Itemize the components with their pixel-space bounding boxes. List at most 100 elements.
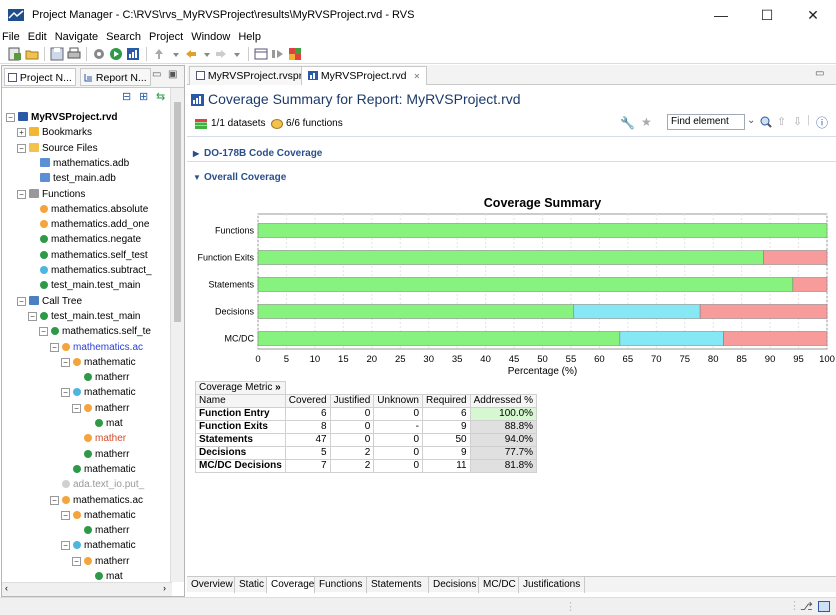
tab-rvsprj[interactable]: MyRVSProject.rvsprj bbox=[189, 66, 312, 85]
collapse-node-icon[interactable]: − bbox=[39, 327, 48, 337]
maximize-view-icon[interactable]: ▣ bbox=[168, 69, 177, 80]
tree-item[interactable]: − mathematic bbox=[61, 355, 136, 370]
tree-item[interactable]: − mathematics.ac bbox=[50, 493, 143, 508]
menu-search[interactable]: Search bbox=[102, 30, 145, 44]
close-button[interactable]: ✕ bbox=[790, 0, 836, 30]
tree-item[interactable]: − Functions bbox=[17, 187, 85, 202]
column-header[interactable]: Required bbox=[422, 394, 471, 408]
menu-navigate[interactable]: Navigate bbox=[51, 30, 102, 44]
menu-window[interactable]: Window bbox=[187, 30, 234, 44]
section-overall-coverage[interactable]: Overall Coverage bbox=[204, 172, 286, 183]
tree-item[interactable]: − Source Files bbox=[17, 141, 98, 156]
collapse-node-icon[interactable]: − bbox=[28, 311, 37, 321]
tree-item[interactable]: − mathematic bbox=[61, 508, 136, 523]
collapse-node-icon[interactable]: − bbox=[50, 342, 59, 352]
tab-functions[interactable]: Functions bbox=[315, 577, 367, 593]
collapse-node-icon[interactable]: − bbox=[61, 541, 70, 551]
menu-file[interactable]: File bbox=[0, 30, 24, 44]
column-header[interactable]: Justified bbox=[329, 394, 375, 408]
collapse-node-icon[interactable]: − bbox=[72, 403, 81, 413]
editor-minimize-icon[interactable]: ▭ bbox=[815, 68, 824, 79]
coverage-metric-header[interactable]: Coverage Metric » bbox=[195, 381, 286, 395]
collapse-node-icon[interactable]: − bbox=[72, 556, 81, 566]
expand-node-icon[interactable]: + bbox=[17, 128, 26, 138]
tab-coverage[interactable]: Coverage bbox=[267, 577, 315, 593]
next-down-icon[interactable]: ⇩ bbox=[793, 115, 802, 128]
tab-report-navigator[interactable]: Report N... bbox=[80, 68, 151, 86]
column-header[interactable]: Covered bbox=[284, 394, 331, 408]
table-row[interactable]: Decisions 5 2 0 9 77.7% bbox=[195, 446, 538, 460]
search-icon[interactable] bbox=[760, 116, 772, 128]
tree-item[interactable]: mat bbox=[95, 569, 123, 582]
tab-static[interactable]: Static bbox=[235, 577, 267, 593]
tree-item[interactable]: matherr bbox=[84, 370, 129, 385]
collapsed-chevron-icon[interactable]: ▶ bbox=[193, 149, 199, 158]
tab-decisions[interactable]: Decisions bbox=[429, 577, 479, 593]
column-header[interactable]: Addressed % bbox=[469, 394, 538, 408]
link-editor-icon[interactable]: ⇆ bbox=[156, 90, 165, 103]
dropdown-arrow-icon-3[interactable] bbox=[230, 47, 244, 61]
collapse-node-icon[interactable]: − bbox=[61, 510, 70, 520]
wrench-icon[interactable]: 🔧 bbox=[620, 116, 635, 130]
dropdown-arrow-icon-2[interactable] bbox=[200, 47, 214, 61]
back-arrow-icon[interactable] bbox=[184, 47, 198, 61]
tree-item[interactable]: mathematics.add_one bbox=[40, 217, 149, 232]
forward-arrow-icon[interactable] bbox=[214, 47, 228, 61]
previous-up-icon[interactable]: ⇧ bbox=[777, 115, 786, 128]
menu-help[interactable]: Help bbox=[234, 30, 265, 44]
colored-grid-icon[interactable] bbox=[288, 47, 302, 61]
tree-item[interactable]: − MyRVSProject.rvd bbox=[6, 110, 118, 125]
tree-horizontal-scrollbar[interactable]: ‹ › bbox=[2, 582, 172, 596]
run-icon[interactable] bbox=[109, 47, 123, 61]
find-element-combo[interactable]: Find element bbox=[667, 114, 745, 130]
expand-all-icon[interactable]: ⊞ bbox=[139, 90, 148, 103]
tree-item[interactable]: − Call Tree bbox=[17, 294, 82, 309]
tree-item[interactable]: mathematics.subtract_ bbox=[40, 263, 152, 278]
print-icon[interactable] bbox=[67, 47, 81, 61]
table-row[interactable]: Function Exits 8 0-9 88.8% bbox=[195, 420, 538, 434]
collapse-node-icon[interactable]: − bbox=[17, 189, 26, 199]
tree-item[interactable]: mat bbox=[95, 416, 123, 431]
table-row[interactable]: Function Entry 6 0 0 6 100.0% bbox=[195, 407, 538, 421]
find-dropdown-icon[interactable]: ⌄ bbox=[747, 115, 755, 126]
tree-item[interactable]: mather bbox=[84, 431, 126, 446]
tab-statements[interactable]: Statements bbox=[367, 577, 429, 593]
tree-item[interactable]: − test_main.test_main bbox=[28, 309, 141, 324]
tree-item[interactable]: − mathematics.self_te bbox=[39, 324, 151, 339]
tab-justifications[interactable]: Justifications bbox=[519, 577, 585, 593]
tree-item[interactable]: test_main.test_main bbox=[40, 278, 141, 293]
collapse-node-icon[interactable]: − bbox=[61, 388, 70, 398]
star-filter-icon[interactable]: ★ bbox=[641, 115, 652, 129]
tree-item[interactable]: − matherr bbox=[72, 401, 129, 416]
scroll-right-icon[interactable]: › bbox=[163, 583, 166, 593]
tree-item[interactable]: − mathematics.ac bbox=[50, 340, 143, 355]
expanded-chevron-icon[interactable]: ▼ bbox=[193, 173, 201, 182]
new-project-icon[interactable] bbox=[8, 47, 22, 61]
maximize-button[interactable]: ☐ bbox=[744, 0, 790, 30]
collapse-node-icon[interactable]: − bbox=[61, 357, 70, 367]
menu-project[interactable]: Project bbox=[145, 30, 187, 44]
collapse-node-icon[interactable]: − bbox=[50, 495, 59, 505]
section-do178b[interactable]: DO-178B Code Coverage bbox=[204, 148, 322, 159]
close-tab-icon[interactable]: ✕ bbox=[413, 72, 420, 81]
expand-columns-icon[interactable]: » bbox=[275, 382, 281, 393]
table-row[interactable]: Statements 47 0 0 50 94.0% bbox=[195, 433, 538, 447]
scroll-left-icon[interactable]: ‹ bbox=[5, 583, 8, 593]
tree-item[interactable]: mathematics.negate bbox=[40, 232, 141, 247]
minimize-button[interactable]: — bbox=[698, 0, 744, 30]
dropdown-arrow-icon[interactable] bbox=[169, 47, 183, 61]
tab-overview[interactable]: Overview bbox=[187, 577, 235, 593]
tree-item[interactable]: − matherr bbox=[72, 554, 129, 569]
help-icon[interactable]: ⓘ bbox=[816, 114, 828, 131]
view-toggle-icon[interactable] bbox=[818, 601, 830, 612]
tab-project-navigator[interactable]: Project N... bbox=[4, 68, 76, 86]
tree-item[interactable]: ada.text_io.put_ bbox=[62, 477, 144, 492]
tree-item[interactable]: matherr bbox=[84, 447, 129, 462]
table-row[interactable]: MC/DC Decisions 7 2 0 11 81.8% bbox=[195, 459, 538, 473]
menu-edit[interactable]: Edit bbox=[24, 30, 51, 44]
collapse-all-icon[interactable]: ⊟ bbox=[122, 90, 131, 103]
perspective-icon[interactable]: ⎇ bbox=[800, 600, 813, 613]
tree-item[interactable]: mathematic bbox=[73, 462, 136, 477]
collapse-node-icon[interactable]: − bbox=[17, 296, 26, 306]
tree-item[interactable]: test_main.adb bbox=[40, 171, 116, 186]
